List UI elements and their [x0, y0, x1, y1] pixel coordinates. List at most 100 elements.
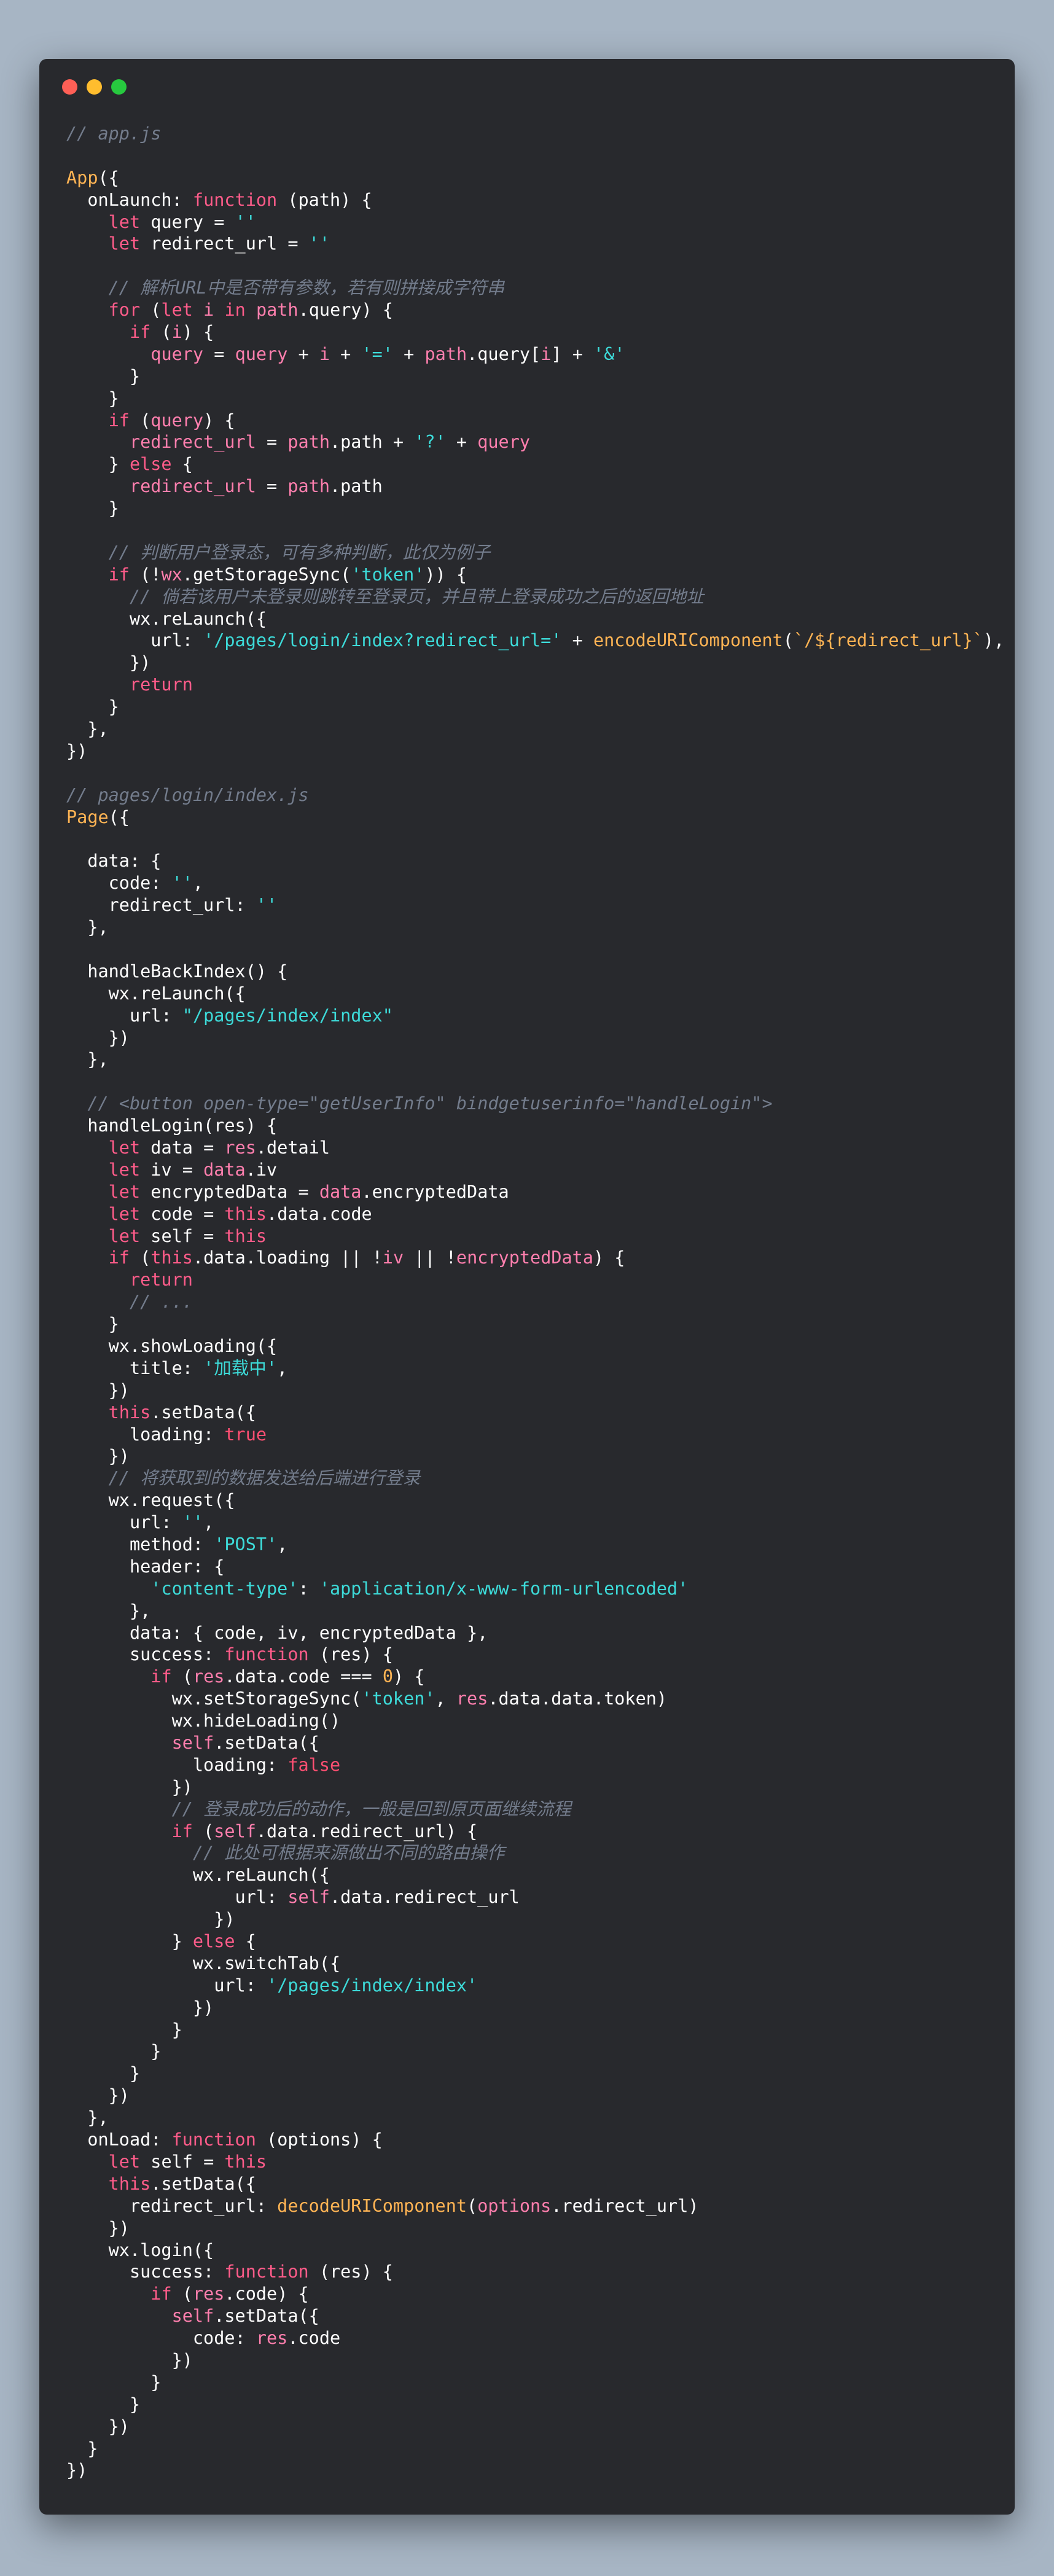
code-token: +: [330, 343, 362, 364]
code-token: (res) {: [308, 1644, 393, 1665]
code-token: let: [108, 233, 141, 254]
code-token: handleLogin(res) {: [66, 1115, 278, 1136]
code-token: function: [171, 2129, 256, 2150]
code-token: res: [192, 2284, 225, 2305]
code-token: },: [66, 1600, 151, 1621]
code-token: redirect_url: [129, 476, 256, 497]
code-token: encryptedData: [456, 1247, 593, 1268]
code-line: }: [66, 1313, 1002, 1335]
code-token: wx.hideLoading(): [66, 1711, 341, 1731]
code-line: },: [66, 718, 1002, 740]
code-token: // 将获取到的数据发送给后端进行登录: [108, 1468, 421, 1489]
code-line: }: [66, 365, 1002, 388]
code-line: // <button open-type="getUserInfo" bindg…: [66, 1093, 1002, 1115]
code-line: if (query) {: [66, 410, 1002, 432]
code-token: path: [424, 343, 467, 364]
close-dot[interactable]: [62, 79, 77, 95]
code-token: url:: [66, 1975, 267, 1996]
code-token: if: [171, 1821, 193, 1841]
code-token: .encryptedData: [361, 1181, 509, 1202]
code-token: (: [140, 300, 162, 321]
code-token: self =: [140, 2151, 225, 2172]
code-token: +: [561, 630, 593, 651]
code-line: },: [66, 916, 1002, 939]
code-token: handleBackIndex() {: [66, 961, 288, 982]
minimize-dot[interactable]: [87, 79, 102, 95]
code-token: path: [287, 476, 330, 497]
code-token: }: [66, 2063, 141, 2084]
code-line: code: '',: [66, 872, 1002, 894]
code-token: "/pages/index/index": [182, 1005, 393, 1026]
code-token: query: [150, 410, 204, 431]
code-line: } else {: [66, 1930, 1002, 1953]
code-line: data: { code, iv, encryptedData },: [66, 1622, 1002, 1644]
code-line: method: 'POST',: [66, 1534, 1002, 1556]
code-token: ) {: [593, 1247, 625, 1268]
code-token: 0: [382, 1666, 393, 1687]
code-token: '': [256, 895, 278, 916]
code-token: '': [235, 211, 256, 232]
code-line: url: '/pages/login/index?redirect_url=' …: [66, 630, 1004, 652]
code-line: }): [66, 2459, 1002, 2481]
code-token: }: [66, 388, 119, 408]
code-token: data: [319, 1181, 362, 1202]
code-token: encryptedData =: [140, 1181, 319, 1202]
code-line: App({: [66, 167, 1002, 189]
code-line: wx.setStorageSync('token', res.data.data…: [66, 1688, 1002, 1710]
code-line: wx.login({: [66, 2239, 1002, 2262]
code-token: false: [287, 1754, 341, 1775]
code-token: .getStorageSync(: [182, 564, 351, 585]
code-token: }): [66, 2460, 88, 2481]
code-line: }): [66, 1027, 1002, 1049]
code-token: .setData({: [214, 1733, 319, 1754]
code-token: if: [108, 410, 130, 431]
code-token: ,: [435, 1688, 456, 1709]
code-token: '加载中': [203, 1357, 277, 1378]
code-token: '': [308, 233, 330, 254]
code-line: query = query + i + '=' + path.query[i] …: [66, 343, 1002, 365]
code-token: (path) {: [277, 189, 372, 210]
code-line: let self = this: [66, 2151, 1002, 2173]
code-line: header: {: [66, 1556, 1002, 1578]
maximize-dot[interactable]: [111, 79, 127, 95]
code-token: .detail: [256, 1137, 330, 1158]
code-token: .redirect_url): [551, 2195, 699, 2216]
code-token: // 解析URL中是否带有参数，若有则拼接成字符串: [108, 278, 505, 299]
code-token: '': [182, 1512, 204, 1533]
code-token: =: [256, 476, 288, 497]
code-line: wx.reLaunch({: [66, 1864, 1002, 1886]
code-token: }): [66, 1380, 130, 1400]
code-line: // 倘若该用户未登录则跳转至登录页，并且带上登录成功之后的返回地址: [66, 586, 1002, 608]
code-block: // app.js App({ onLaunch: function (path)…: [66, 123, 1004, 2481]
code-line: }): [66, 1445, 1002, 1467]
code-token: }): [66, 2349, 193, 2370]
code-token: path: [256, 300, 299, 321]
code-token: // pages/login/index.js: [66, 784, 309, 805]
code-token: path: [287, 432, 330, 453]
code-token: success:: [66, 1644, 225, 1665]
code-token: {: [235, 1931, 256, 1952]
code-token: }): [66, 1909, 235, 1930]
code-line: handleBackIndex() {: [66, 961, 1002, 983]
code-token: wx.showLoading({: [66, 1335, 278, 1356]
code-token: .data.code ===: [224, 1666, 383, 1687]
code-line: wx.reLaunch({: [66, 608, 1002, 630]
code-token: (: [467, 2195, 478, 2216]
code-token: },: [66, 719, 109, 740]
code-token: (: [171, 1666, 193, 1687]
code-line: // ...: [66, 1291, 1002, 1313]
code-token: 'content-type': [150, 1578, 299, 1599]
code-token: (!: [129, 564, 162, 585]
code-token: }: [66, 2041, 162, 2062]
code-line: // 将获取到的数据发送给后端进行登录: [66, 1467, 1002, 1489]
code-line: // 解析URL中是否带有参数，若有则拼接成字符串: [66, 277, 1002, 299]
page-background: { "window": { "dots": [ {"name": "close-…: [0, 0, 1054, 2576]
code-token: i: [203, 300, 214, 321]
